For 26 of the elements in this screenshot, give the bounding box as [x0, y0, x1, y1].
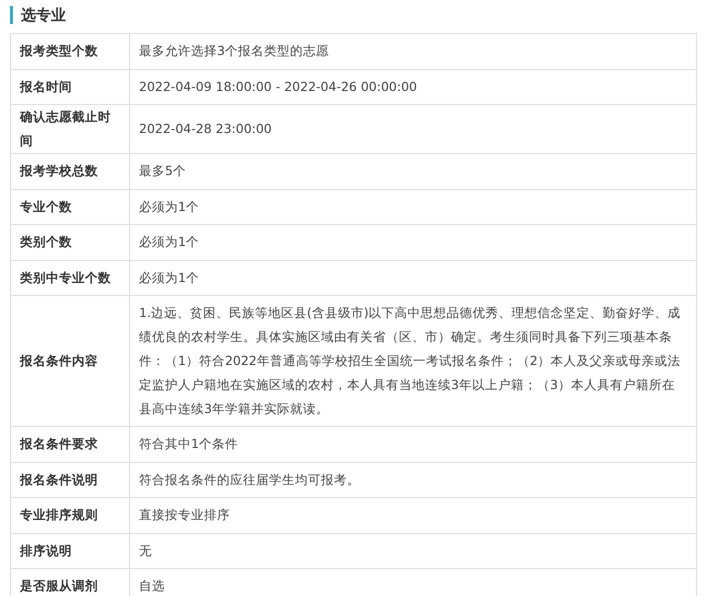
- row-label: 专业个数: [10, 189, 130, 224]
- row-value: 最多5个: [130, 154, 696, 189]
- row-value: 必须为1个: [130, 224, 696, 260]
- row-label: 报名条件要求: [10, 426, 130, 462]
- row-value: 符合报名条件的应往届学生均可报考。: [130, 462, 696, 498]
- row-label: 确认志愿截止时间: [10, 104, 130, 154]
- row-label: 报考类型个数: [10, 34, 130, 69]
- row-value: 符合其中1个条件: [130, 426, 696, 462]
- row-value: 最多允许选择3个报名类型的志愿: [130, 34, 696, 69]
- row-label: 类别中专业个数: [10, 260, 130, 296]
- row-label: 排序说明: [10, 533, 130, 568]
- row-value: 直接按专业排序: [130, 498, 696, 533]
- row-label: 报名时间: [10, 69, 130, 104]
- row-value: 必须为1个: [130, 189, 696, 224]
- row-value: 无: [130, 533, 696, 568]
- row-label: 报考学校总数: [10, 154, 130, 189]
- row-label: 类别个数: [10, 224, 130, 260]
- row-label: 报名条件说明: [10, 462, 130, 498]
- row-label: 报名条件内容: [10, 296, 130, 426]
- row-value: 2022-04-28 23:00:00: [130, 104, 696, 154]
- row-value: 2022-04-09 18:00:00 - 2022-04-26 00:00:00: [130, 69, 696, 104]
- row-label: 专业排序规则: [10, 498, 130, 533]
- section-title: 选专业: [10, 6, 697, 24]
- row-label: 是否服从调剂: [10, 568, 130, 596]
- row-value: 1.边远、贫困、民族等地区县(含县级市)以下高中思想品德优秀、理想信念坚定、勤奋好学、成绩优良的农村学生。具体实施区域由有关省（区、市）确定。考生须同时具备下列三项基本条件：（1）符合2022年普通高等学校招生全国统一考试报名条件；（2）本人及父亲或母亲或法定监护人户籍地在实施区域的农村，本人具有当地连续3年以上户籍；（3）本人具有户籍所在县高中连续3年学籍并实际就读。: [130, 296, 696, 426]
- row-value: 必须为1个: [130, 260, 696, 296]
